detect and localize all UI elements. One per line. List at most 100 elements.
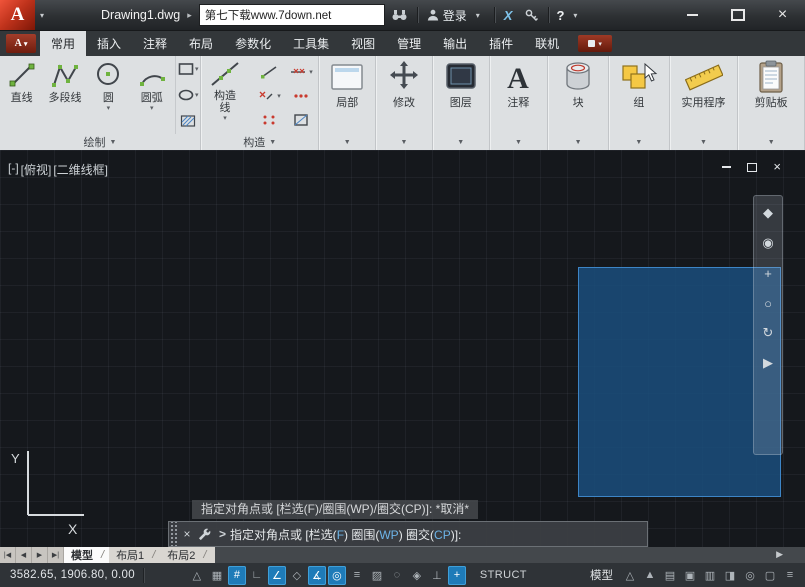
command-input-text[interactable]: 指定对角点或 [栏选(F) 圈围(WP) 圈交(CP)]: [230,526,461,543]
ribbon-tab[interactable]: 插件 [478,31,524,56]
viewport-view-control[interactable]: [俯视] [21,161,52,178]
help-caret-icon[interactable]: ▾ [568,11,582,20]
isolate-objects-toggle[interactable]: ◎ [741,566,759,585]
arc-tool-button[interactable]: 圆弧 ▾ [130,56,173,134]
layout-tab[interactable]: 模型 / [64,547,109,563]
flyout-caret-icon[interactable]: ▾ [150,104,154,112]
ribbon-tab[interactable]: 参数化 [224,31,282,56]
transparency-toggle[interactable]: ▨ [368,566,386,585]
move-button[interactable]: 修改 [385,56,423,134]
orbit-icon[interactable]: ↻ [759,324,777,342]
polar-tracking-toggle[interactable]: ∠ [268,566,286,585]
model-space-label[interactable]: 模型 [582,567,621,583]
selection-cycling-toggle[interactable]: ◌ [388,566,406,585]
key-connect-icon[interactable] [518,0,545,30]
quick-properties-toggle[interactable]: ◨ [721,566,739,585]
application-menu-button[interactable]: A▾ [6,34,36,53]
ribbon-tab[interactable]: 常用 [40,31,86,56]
measure-tool-button[interactable] [253,108,285,132]
zoom-icon[interactable]: ○ [759,294,777,312]
panel-expand[interactable]: ▼ [319,134,375,150]
layout-nav-arrow-icon[interactable]: ▶| [48,547,64,563]
showmotion-icon[interactable]: ▶ [759,354,777,372]
app-menu-caret-icon[interactable]: ▾ [35,11,49,20]
annotation-visibility-toggle[interactable]: △ [621,566,639,585]
ribbon-tab[interactable]: 视图 [340,31,386,56]
construction-panel-title[interactable]: 构造 ▼ [201,134,318,150]
region-tool-button[interactable] [285,108,317,132]
help-button[interactable]: ? [552,8,568,23]
viewport-visual-style-control[interactable]: [二维线框] [53,161,108,178]
annotation-scale-toggle[interactable]: ▤ [661,566,679,585]
workspace-switching-toggle[interactable]: ▣ [681,566,699,585]
ribbon-tab[interactable]: 输出 [432,31,478,56]
line-tool-button[interactable]: 直线 [0,56,43,134]
maximize-button[interactable] [715,0,760,30]
ribbon-tab[interactable]: 管理 [386,31,432,56]
divide-tool-button[interactable]: ▾ [285,60,317,84]
sign-in-button[interactable]: 登录 ▾ [421,7,491,24]
command-line[interactable]: × > 指定对角点或 [栏选(F) 圈围(WP) 圈交(CP)]: [168,521,648,547]
autoscale-toggle[interactable]: ▲ [641,566,659,585]
command-close-icon[interactable]: × [179,527,195,541]
polyline-tool-button[interactable]: 多段线 [43,56,86,134]
binoculars-search-icon[interactable] [385,0,414,30]
point-tool-button[interactable]: ▾ [253,84,285,108]
panel-expand[interactable]: ▼ [376,134,432,150]
viewport-minimize-icon[interactable] [722,166,731,168]
insert-block-button[interactable]: 块 [559,56,597,134]
ortho-mode-toggle[interactable]: ∟ [248,566,266,585]
panel-expand[interactable]: ▼ [738,134,804,150]
viewport-button[interactable]: 局部 [328,56,366,134]
grid-display-toggle[interactable]: # [228,566,246,585]
pan-icon[interactable]: + [759,264,777,282]
group-button[interactable]: 组 [620,56,658,134]
ellipse-tool-button[interactable]: ▾ [176,82,200,108]
ray-tool-button[interactable] [253,60,285,84]
viewcube-icon[interactable]: ◆ [759,204,777,222]
autocad-logo[interactable]: A [0,0,35,30]
title-caret-icon[interactable]: ▸ [187,10,192,21]
minimize-button[interactable] [670,0,715,30]
rectangle-tool-button[interactable]: ▾ [176,56,200,82]
construction-line-tool-button[interactable]: 构造 线 ▾ [201,56,249,134]
panel-expand[interactable]: ▼ [609,134,669,150]
layout-tab[interactable]: 布局2 / [160,547,211,563]
hatch-tool-button[interactable] [176,108,200,134]
ribbon-tab[interactable]: 注释 [132,31,178,56]
viewport-close-icon[interactable]: × [773,162,781,172]
3d-object-snap-toggle[interactable]: ◈ [408,566,426,585]
exchange-apps-button[interactable]: X [498,8,519,23]
annotation-monitor-toggle[interactable]: ▥ [701,566,719,585]
panel-expand[interactable]: ▼ [433,134,489,150]
layout-nav-arrow-icon[interactable]: ◀ [16,547,32,563]
circle-tool-button[interactable]: 圆 ▾ [87,56,130,134]
panel-expand[interactable]: ▼ [670,134,738,150]
drawing-canvas[interactable]: [-] [俯视] [二维线框] × ◆ ◉ + ○ ↻ ▶ [0,150,805,547]
lineweight-toggle[interactable]: ≡ [348,566,366,585]
ribbon-tab[interactable]: 工具集 [282,31,340,56]
navigation-wheel-icon[interactable]: ◉ [759,234,777,252]
close-button[interactable]: × [760,0,805,30]
draw-panel-title[interactable]: 绘制 ▼ [0,134,200,150]
layout-tab[interactable]: 布局1 / [109,547,160,563]
object-snap-tracking-toggle[interactable]: ∡ [308,566,326,585]
isometric-drafting-toggle[interactable]: ◇ [288,566,306,585]
command-customize-wrench-icon[interactable] [195,528,213,541]
dynamic-input-toggle[interactable]: + [448,566,466,585]
viewport-menu-control[interactable]: [-] [8,161,19,178]
panel-expand[interactable]: ▼ [490,134,548,150]
ribbon-tab[interactable]: 插入 [86,31,132,56]
viewport-restore-icon[interactable] [747,163,757,172]
object-snap-toggle[interactable]: ◎ [328,566,346,585]
layout-nav-arrow-icon[interactable]: ▶ [32,547,48,563]
overflow-arrow-icon[interactable]: ▶ [776,549,783,560]
search-input[interactable] [200,5,384,25]
flyout-caret-icon[interactable]: ▾ [107,104,111,112]
ribbon-tab[interactable]: 布局 [178,31,224,56]
multiple-points-tool-button[interactable] [285,84,317,108]
a360-menu-button[interactable]: ▾ [578,35,612,52]
layer-properties-button[interactable]: 图层 [442,56,480,134]
dynamic-ucs-toggle[interactable]: ⊥ [428,566,446,585]
clean-screen-toggle[interactable]: ▢ [761,566,779,585]
